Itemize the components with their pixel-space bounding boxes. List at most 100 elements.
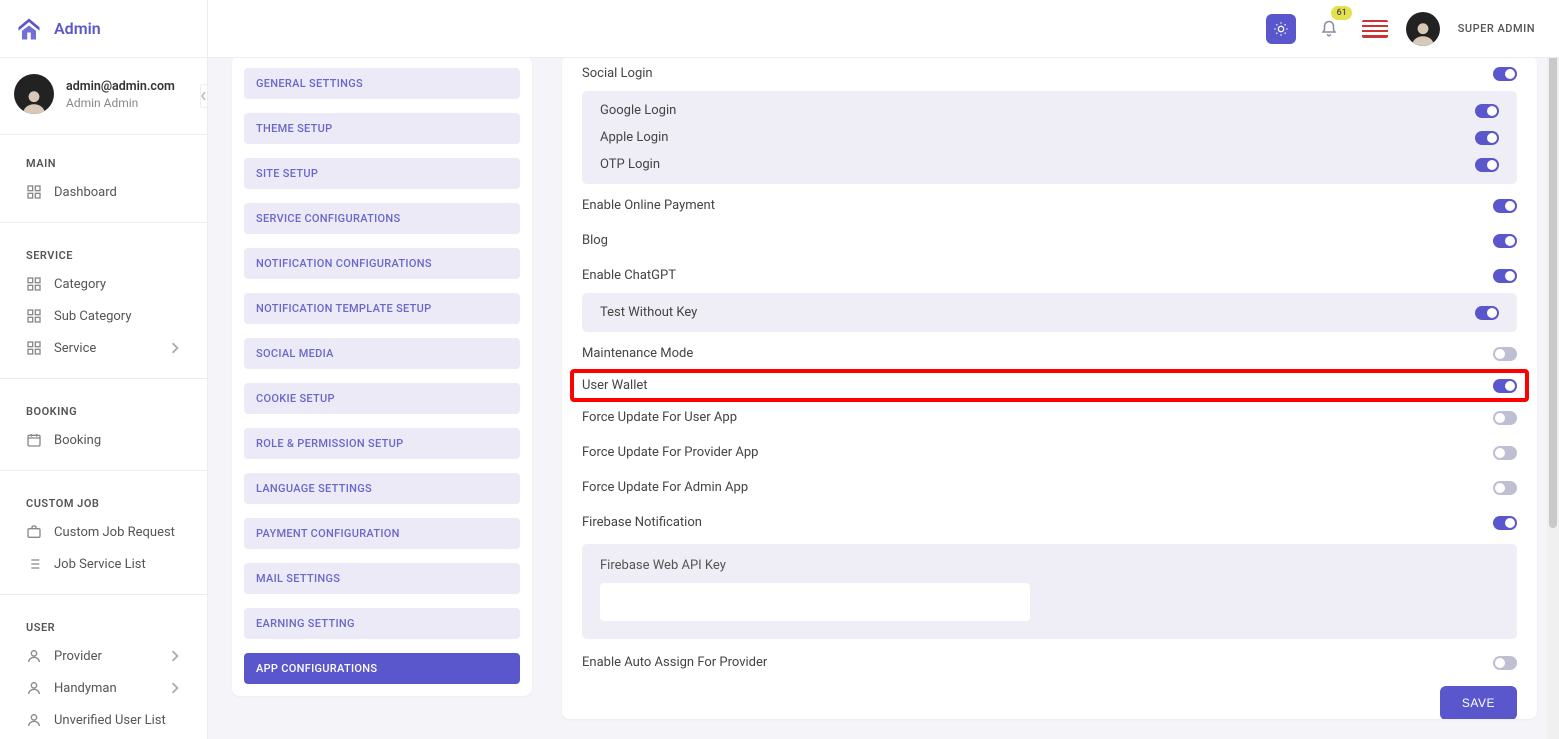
- toggle-enable-chatgpt[interactable]: [1493, 269, 1517, 283]
- nav-item-label: Sub Category: [54, 309, 131, 324]
- chevron-left-icon: [201, 91, 207, 101]
- row-blog: Blog: [582, 223, 1517, 258]
- label-force-update-for-provider-app: Force Update For Provider App: [582, 445, 758, 460]
- notifications-button[interactable]: 61: [1314, 14, 1344, 44]
- nav-item-label: Provider: [54, 649, 102, 664]
- toggle-force-update-for-user-app[interactable]: [1493, 411, 1517, 425]
- toggle-test-without-key[interactable]: [1475, 306, 1499, 320]
- label-google-login: Google Login: [600, 103, 676, 118]
- language-flag-us[interactable]: [1362, 20, 1388, 38]
- nav-section-title: SERVICE: [0, 227, 207, 268]
- settings-tab-notification-template-setup[interactable]: NOTIFICATION TEMPLATE SETUP: [244, 293, 520, 324]
- toggle-otp-login[interactable]: [1475, 158, 1499, 172]
- nav-item-label: Handyman: [54, 681, 117, 696]
- settings-tab-theme-setup[interactable]: THEME SETUP: [244, 113, 520, 144]
- settings-tab-mail-settings[interactable]: MAIL SETTINGS: [244, 563, 520, 594]
- save-button[interactable]: SAVE: [1440, 686, 1517, 719]
- row-google-login: Google Login: [600, 97, 1499, 124]
- sidebar-user-meta: admin@admin.com Admin Admin: [66, 79, 175, 110]
- row-force-update-for-admin-app: Force Update For Admin App: [582, 470, 1517, 505]
- page-scrollbar-thumb[interactable]: [1549, 48, 1557, 528]
- nav-item-handyman[interactable]: Handyman: [0, 672, 207, 704]
- main-area: GENERAL SETTINGS THEME SETUP SITE SETUP SER…: [208, 0, 1559, 739]
- sidebar-user-name: Admin Admin: [66, 96, 175, 110]
- label-force-update-for-user-app: Force Update For User App: [582, 410, 737, 425]
- page-scrollbar[interactable]: [1547, 0, 1559, 739]
- label-enable-chatgpt: Enable ChatGPT: [582, 268, 676, 283]
- logo-icon: [14, 15, 44, 43]
- nav-item-custom-job-request[interactable]: Custom Job Request: [0, 516, 207, 548]
- topbar-right: 61 SUPER ADMIN: [1266, 12, 1559, 46]
- sidebar-collapse-handle[interactable]: [200, 84, 208, 108]
- toggle-blog[interactable]: [1493, 234, 1517, 248]
- sidebar-user[interactable]: admin@admin.com Admin Admin: [0, 58, 207, 135]
- sun-icon: [1273, 21, 1289, 37]
- settings-tab-site-setup[interactable]: SITE SETUP: [244, 158, 520, 189]
- label-enable-auto-assign-for-provider: Enable Auto Assign For Provider: [582, 655, 767, 670]
- toggle-firebase-notification[interactable]: [1493, 516, 1517, 530]
- nav-item-service[interactable]: Service: [0, 332, 207, 364]
- nav-item-provider[interactable]: Provider: [0, 640, 207, 672]
- settings-tab-notification-configurations[interactable]: NOTIFICATION CONFIGURATIONS: [244, 248, 520, 279]
- theme-toggle-button[interactable]: [1266, 14, 1296, 44]
- label-test-without-key: Test Without Key: [600, 305, 697, 320]
- settings-tab-social-media[interactable]: SOCIAL MEDIA: [244, 338, 520, 369]
- row-user-wallet: User Wallet: [572, 371, 1527, 400]
- toggle-user-wallet[interactable]: [1493, 379, 1517, 393]
- toggle-enable-auto-assign-for-provider[interactable]: [1493, 656, 1517, 670]
- user-avatar[interactable]: [1406, 12, 1440, 46]
- user-role: SUPER ADMIN: [1458, 22, 1535, 35]
- sidebar-user-email: admin@admin.com: [66, 79, 175, 94]
- row-enable-auto-assign-for-provider: Enable Auto Assign For Provider: [582, 645, 1517, 680]
- settings-tabs-card: GENERAL SETTINGS THEME SETUP SITE SETUP SER…: [232, 56, 532, 696]
- nav-item-label: Unverified User List: [54, 713, 166, 728]
- firebase-key-label: Firebase Web API Key: [600, 558, 1499, 573]
- settings-tab-earning-setting[interactable]: EARNING SETTING: [244, 608, 520, 639]
- toggle-force-update-for-provider-app[interactable]: [1493, 446, 1517, 460]
- nav-section-title: USER: [0, 599, 207, 640]
- label-force-update-for-admin-app: Force Update For Admin App: [582, 480, 748, 495]
- nav-item-unverified-user-list[interactable]: Unverified User List: [0, 704, 207, 736]
- toggle-social-login[interactable]: [1493, 67, 1517, 81]
- label-firebase-notification: Firebase Notification: [582, 515, 702, 530]
- settings-tab-payment-configuration[interactable]: PAYMENT CONFIGURATION: [244, 518, 520, 549]
- toggle-maintenance-mode[interactable]: [1493, 347, 1517, 361]
- row-maintenance-mode: Maintenance Mode: [582, 336, 1517, 371]
- nav-item-label: Category: [54, 277, 106, 292]
- nav-item-job-service-list[interactable]: Job Service List: [0, 548, 207, 580]
- logo-area[interactable]: Admin: [0, 0, 208, 57]
- firebase-key-box: Firebase Web API Key: [582, 544, 1517, 639]
- row-otp-login: OTP Login: [600, 151, 1499, 178]
- row-enable-chatgpt: Enable ChatGPT: [582, 258, 1517, 293]
- settings-tab-service-configurations[interactable]: SERVICE CONFIGURATIONS: [244, 203, 520, 234]
- label-maintenance-mode: Maintenance Mode: [582, 346, 693, 361]
- toggle-force-update-for-admin-app[interactable]: [1493, 481, 1517, 495]
- row-social-login: Social Login: [582, 56, 1517, 91]
- settings-tab-language-settings[interactable]: LANGUAGE SETTINGS: [244, 473, 520, 504]
- nav-item-booking[interactable]: Booking: [0, 424, 207, 456]
- chatgpt-subgroup: Test Without Key: [582, 293, 1517, 332]
- nav-item-label: Custom Job Request: [54, 525, 175, 540]
- app-config-card: Social Login Google Login Apple Login OTP …: [562, 56, 1537, 719]
- nav-section-title: CUSTOM JOB: [0, 475, 207, 516]
- row-test-without-key: Test Without Key: [600, 299, 1499, 326]
- toggle-enable-online-payment[interactable]: [1493, 199, 1517, 213]
- nav-item-category[interactable]: Category: [0, 268, 207, 300]
- label-user-wallet: User Wallet: [582, 378, 648, 393]
- bell-icon: [1320, 20, 1338, 38]
- nav-section-title: MAIN: [0, 135, 207, 176]
- row-force-update-for-user-app: Force Update For User App: [582, 400, 1517, 435]
- settings-tab-app-configurations[interactable]: APP CONFIGURATIONS: [244, 653, 520, 684]
- firebase-key-input[interactable]: [600, 583, 1030, 621]
- toggle-google-login[interactable]: [1475, 104, 1499, 118]
- nav-item-label: Job Service List: [54, 557, 146, 572]
- nav-section-title: BOOKING: [0, 383, 207, 424]
- settings-tab-general-settings[interactable]: GENERAL SETTINGS: [244, 68, 520, 99]
- nav-item-sub-category[interactable]: Sub Category: [0, 300, 207, 332]
- nav-item-dashboard[interactable]: Dashboard: [0, 176, 207, 208]
- label-apple-login: Apple Login: [600, 130, 668, 145]
- row-enable-online-payment: Enable Online Payment: [582, 188, 1517, 223]
- settings-tab-cookie-setup[interactable]: COOKIE SETUP: [244, 383, 520, 414]
- toggle-apple-login[interactable]: [1475, 131, 1499, 145]
- settings-tab-role-permission-setup[interactable]: ROLE & PERMISSION SETUP: [244, 428, 520, 459]
